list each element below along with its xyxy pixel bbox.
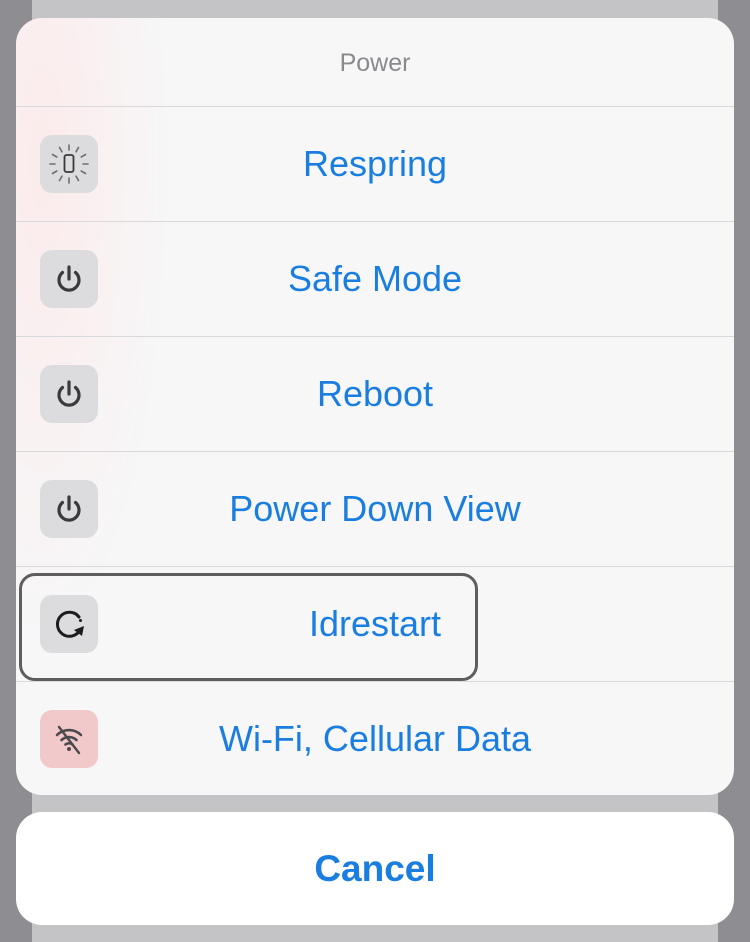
action-label: Power Down View [229,488,521,529]
power-action-sheet: Power Respring Safe Mode Reboot Power Do… [16,18,734,795]
action-label: Respring [302,143,448,184]
cancel-button[interactable]: Cancel [16,812,734,925]
action-wifi-cellular-data[interactable]: Wi-Fi, Cellular Data [16,682,734,795]
action-safe-mode[interactable]: Safe Mode [16,222,734,337]
action-label: Wi-Fi, Cellular Data [218,718,532,759]
action-reboot[interactable]: Reboot [16,337,734,452]
action-label: Reboot [316,373,434,414]
action-label: Safe Mode [287,258,463,299]
action-label: Idrestart [308,603,442,644]
action-idrestart[interactable]: Idrestart [16,567,734,682]
sheet-title: Power [16,18,734,107]
action-respring[interactable]: Respring [16,107,734,222]
action-power-down-view[interactable]: Power Down View [16,452,734,567]
